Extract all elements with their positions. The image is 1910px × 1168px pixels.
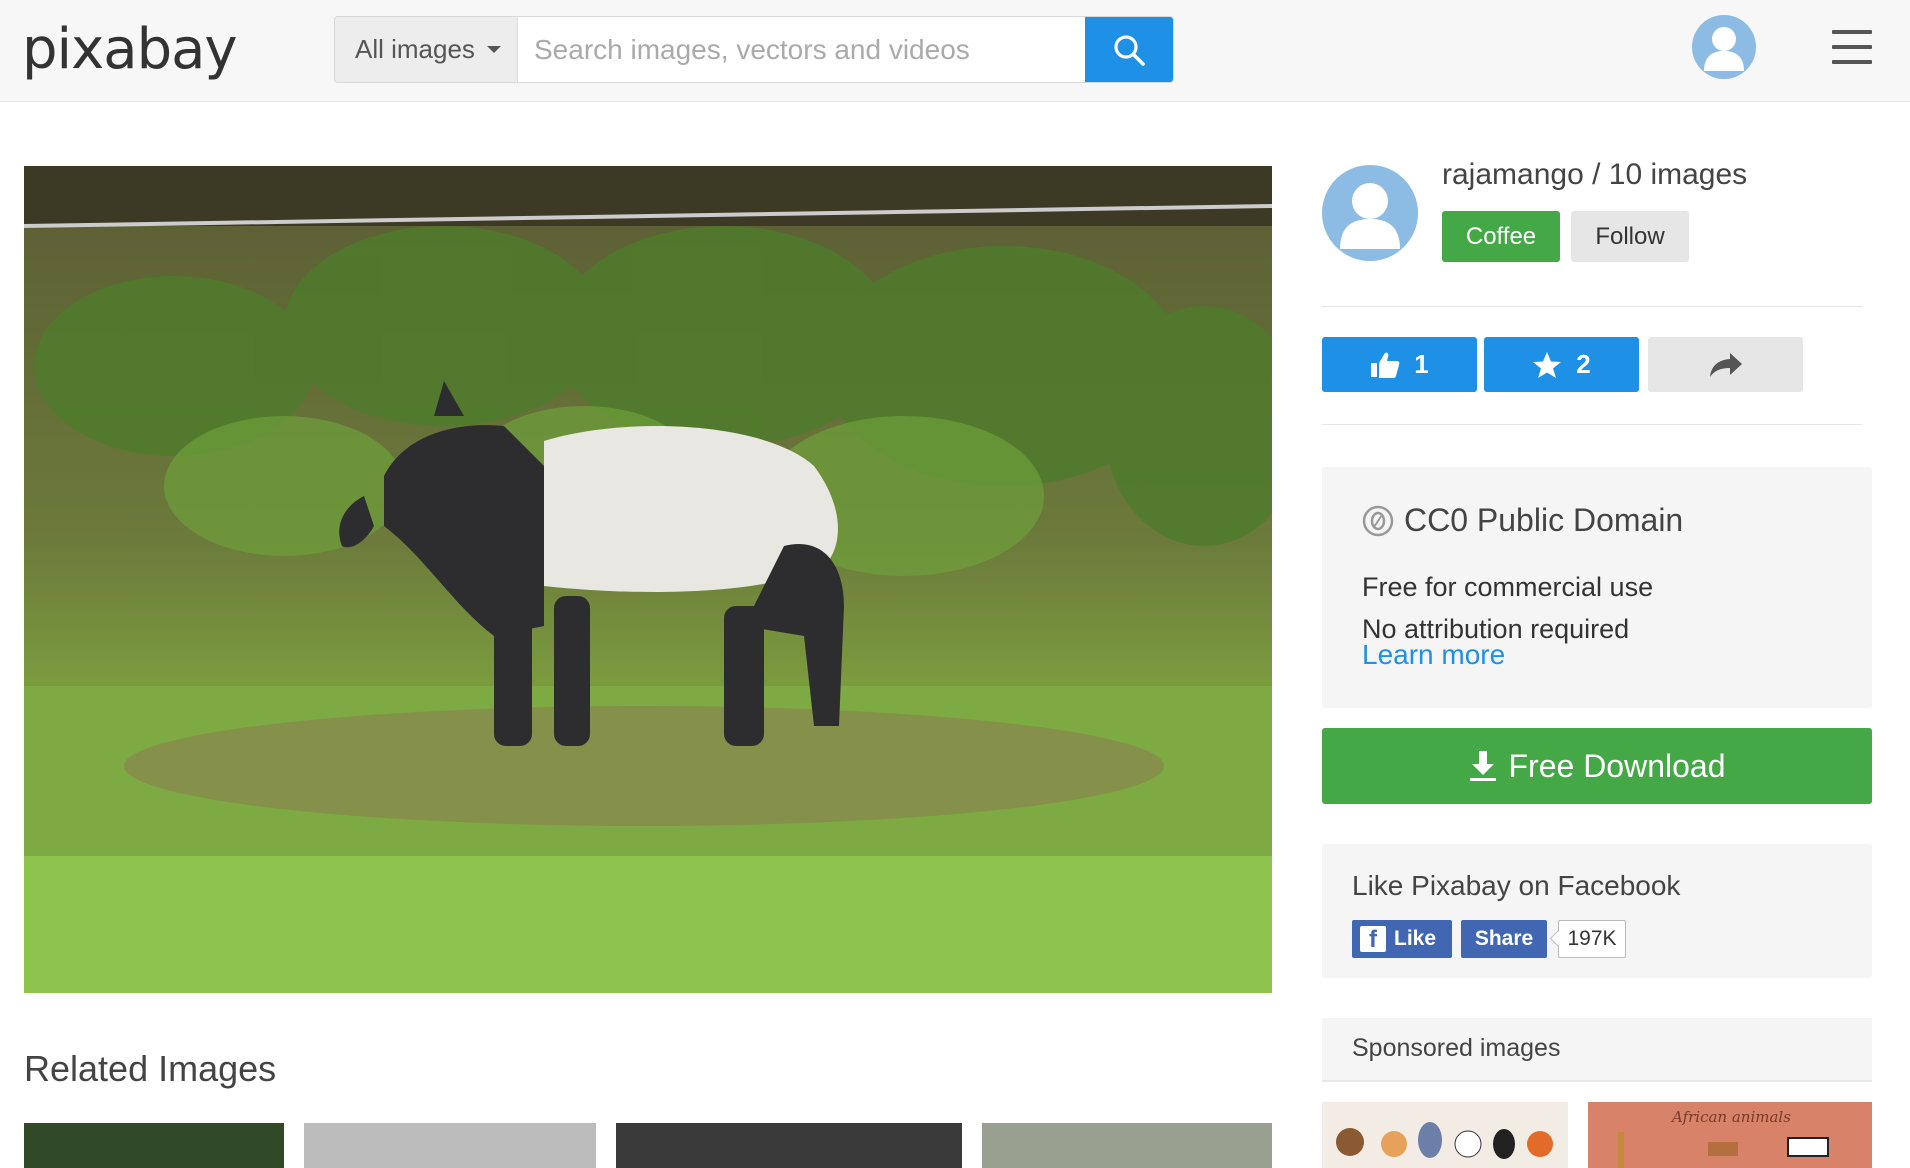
star-icon [1533,351,1562,378]
category-dropdown[interactable]: All images [335,17,518,82]
pixabay-logo[interactable]: pixabay [22,10,238,90]
divider [1322,424,1862,425]
facebook-like-count: 197K [1558,920,1626,958]
related-image-thumb[interactable] [304,1123,596,1168]
search-icon [1114,34,1145,66]
related-image-thumb[interactable] [982,1123,1272,1168]
facebook-share-button[interactable]: Share [1461,920,1547,958]
cartoon-animals-image [1336,1122,1553,1159]
user-avatar[interactable] [1692,15,1756,79]
download-label: Free Download [1508,747,1726,784]
divider [1322,306,1862,307]
facebook-like-label: Like [1394,927,1437,950]
search-button[interactable] [1085,17,1173,82]
coffee-button[interactable]: Coffee [1442,211,1560,262]
related-images-heading: Related Images [24,1048,277,1089]
category-label: All images [355,34,475,64]
sponsored-image-thumb[interactable] [1322,1102,1568,1168]
free-download-button[interactable]: Free Download [1322,728,1872,804]
license-title-text: CC0 Public Domain [1404,502,1684,538]
search-bar: All images [334,16,1174,83]
chevron-down-icon [486,46,501,53]
share-arrow-icon [1709,352,1742,377]
sponsored-header: Sponsored images [1322,1018,1872,1082]
related-image-thumb[interactable] [616,1123,962,1168]
thumbs-up-icon [1371,352,1400,378]
sponsored-thumb-text: African animals [1672,1108,1791,1126]
facebook-icon: f [1360,926,1386,952]
like-button[interactable]: 1 [1322,337,1477,392]
license-title: CC0 Public Domain [1362,502,1683,539]
sponsored-image-thumb[interactable]: African animals [1588,1102,1872,1168]
tapir-photo-image [24,166,1272,993]
main-photo[interactable] [24,166,1272,993]
search-input[interactable] [518,17,1085,82]
related-image-thumb[interactable] [24,1123,284,1168]
author-avatar[interactable] [1322,165,1418,261]
cc0-icon [1362,505,1394,536]
facebook-title: Like Pixabay on Facebook [1352,870,1681,901]
user-icon [1704,27,1744,71]
like-count: 1 [1414,349,1429,379]
sponsored-title: Sponsored images [1352,1034,1561,1062]
share-button[interactable] [1648,337,1803,392]
learn-more-link[interactable]: Learn more [1362,639,1505,671]
facebook-box: Like Pixabay on Facebook f Like Share 19… [1322,844,1872,978]
download-icon [1469,751,1496,781]
menu-icon[interactable] [1832,30,1872,64]
follow-button[interactable]: Follow [1571,211,1689,262]
license-line: Free for commercial use [1362,572,1654,602]
license-box: CC0 Public Domain Free for commercial us… [1322,467,1872,708]
top-header: pixabay All images [0,0,1910,102]
favorite-button[interactable]: 2 [1484,337,1639,392]
favorite-count: 2 [1576,349,1591,379]
author-name[interactable]: rajamango / 10 images [1442,158,1747,192]
facebook-like-button[interactable]: f Like [1352,920,1452,958]
user-icon [1340,183,1400,249]
